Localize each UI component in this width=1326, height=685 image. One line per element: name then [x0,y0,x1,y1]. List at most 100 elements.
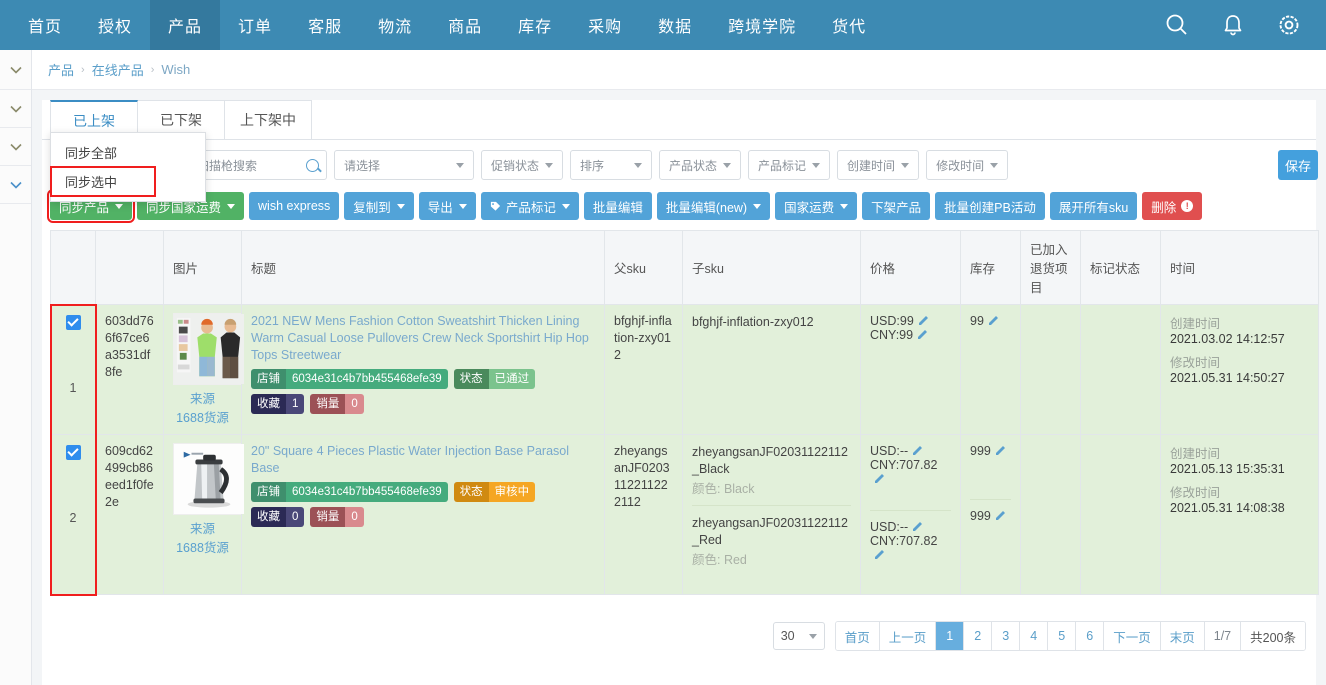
sync-dropdown-item-1[interactable]: 同步选中 [51,167,155,196]
nav-item-1[interactable]: 授权 [80,0,150,50]
breadcrumb-item-2[interactable]: Wish [161,62,190,77]
search-icon[interactable] [1164,12,1190,38]
row-title-cell: 2021 NEW Mens Fashion Cotton Sweatshirt … [242,305,605,435]
nav-item-5[interactable]: 物流 [360,0,430,50]
action-toolbar: 同步产品同步国家运费wish express复制到导出产品标记批量编辑批量编辑(… [42,188,1316,230]
pagination-page-3[interactable]: 3 [992,622,1020,650]
action-button-3[interactable]: 复制到 [344,192,414,220]
action-button-wrap-3: 复制到 [344,192,414,220]
row-price: USD:99CNY:99 [861,305,961,435]
modify-time-dropdown[interactable]: 修改时间 [926,150,1008,180]
pagination-first[interactable]: 首页 [836,622,880,650]
nav-item-6[interactable]: 商品 [430,0,500,50]
nav-item-3[interactable]: 订单 [220,0,290,50]
pagination-page-1[interactable]: 1 [936,622,964,650]
left-collapse-rail [0,50,32,685]
action-button-8[interactable]: 国家运费 [775,192,857,220]
pagination-last[interactable]: 末页 [1161,622,1205,650]
action-button-12[interactable]: 删除! [1142,192,1202,220]
nav-item-label: 货代 [832,13,866,37]
search-icon[interactable] [306,159,319,172]
sales-badge: 销量0 [310,507,363,527]
nav-item-7[interactable]: 库存 [500,0,570,50]
row-checkbox[interactable] [66,315,81,330]
pagination-page-4[interactable]: 4 [1020,622,1048,650]
price-cny: CNY:99 [870,328,951,342]
row-select-cell: 2 [51,435,96,595]
nav-item-10[interactable]: 跨境学院 [710,0,814,50]
chevron-down-icon [634,163,642,168]
price-usd: USD:99 [870,314,951,328]
rail-collapse-2[interactable] [0,90,31,128]
sort-dropdown[interactable]: 排序 [570,150,652,180]
nav-item-9[interactable]: 数据 [640,0,710,50]
modify-time-label: 修改时间 [1170,482,1309,501]
top-navigation-bar: 首页授权产品订单客服物流商品库存采购数据跨境学院货代 [0,0,1326,50]
edit-icon [874,472,886,484]
action-button-wrap-8: 国家运费 [775,192,857,220]
action-button-6[interactable]: 批量编辑 [584,192,652,220]
source-link[interactable]: 1688货源 [173,407,232,426]
please-select-dropdown[interactable]: 请选择 [334,150,474,180]
action-button-9[interactable]: 下架产品 [862,192,930,220]
nav-item-11[interactable]: 货代 [814,0,884,50]
source-link[interactable]: 1688货源 [173,537,232,556]
action-button-4[interactable]: 导出 [419,192,476,220]
status-tabs: 已上架已下架上下架中 [42,100,1316,140]
price-cny: CNY:707.82 [870,458,951,486]
pagination-page-6[interactable]: 6 [1076,622,1104,650]
product-mark-dropdown[interactable]: 产品标记 [748,150,830,180]
action-button-7[interactable]: 批量编辑(new) [657,192,770,220]
action-button-label: 导出 [428,197,453,216]
nav-item-4[interactable]: 客服 [290,0,360,50]
action-button-10[interactable]: 批量创建PB活动 [935,192,1045,220]
row-title-cell: 20" Square 4 Pieces Plastic Water Inject… [242,435,605,595]
pagination-page-2[interactable]: 2 [964,622,992,650]
price-subrow: USD:99CNY:99 [870,313,951,350]
pagination-page-5[interactable]: 5 [1048,622,1076,650]
nav-item-0[interactable]: 首页 [10,0,80,50]
nav-item-8[interactable]: 采购 [570,0,640,50]
table-row: 2609cd62499cb86eed1f0fe2e来源1688货源20" Squ… [51,435,1319,595]
row-checkbox[interactable] [66,445,81,460]
stock-value: 999 [970,444,1011,458]
row-parent-sku: zheyangsanJF0203112211222112 [605,435,683,595]
create-time-dropdown[interactable]: 创建时间 [837,150,919,180]
action-button-2[interactable]: wish express [249,192,339,220]
row-price: USD:--CNY:707.82USD:--CNY:707.82 [861,435,961,595]
shop-badge: 店铺6034e31c4b7bb455468efe39 [251,482,448,502]
pagination-next[interactable]: 下一页 [1104,622,1161,650]
settings-icon[interactable] [1276,12,1302,38]
action-button-11[interactable]: 展开所有sku [1050,192,1137,220]
action-button-5[interactable]: 产品标记 [481,192,579,220]
save-button[interactable]: 保存 [1278,150,1318,180]
create-time-value: 2021.03.02 14:12:57 [1170,332,1309,346]
breadcrumb-item-0[interactable]: 产品 [48,60,74,79]
row-mark-status [1081,435,1161,595]
tab-label: 已下架 [160,110,202,130]
promo-status-dropdown[interactable]: 促销状态 [481,150,563,180]
table-row: 1603dd766f67ce6a3531df8fe来源1688货源2021 NE… [51,305,1319,435]
action-button-label: 展开所有sku [1059,197,1128,216]
rail-collapse-4[interactable] [0,166,31,204]
sku-subrow: zheyangsanJF02031122112_Black颜色: Black [692,443,851,506]
nav-item-2[interactable]: 产品 [150,0,220,50]
badge-row-2: 收藏1销量0 [251,394,595,414]
tab-2[interactable]: 上下架中 [224,100,312,139]
product-title-link[interactable]: 2021 NEW Mens Fashion Cotton Sweatshirt … [251,313,595,364]
bell-icon[interactable] [1220,12,1246,38]
nav-item-label: 物流 [378,13,412,37]
sync-dropdown-item-0[interactable]: 同步全部 [51,138,205,167]
product-status-dropdown[interactable]: 产品状态 [659,150,741,180]
edit-icon [917,328,929,340]
chevron-down-icon [812,163,820,168]
action-button-label: 复制到 [353,197,391,216]
status-badge: 状态已通过 [454,369,536,389]
page-size-select[interactable]: 30 [773,622,825,650]
product-title-link[interactable]: 20" Square 4 Pieces Plastic Water Inject… [251,443,595,477]
rail-collapse-1[interactable] [0,50,31,90]
breadcrumb-separator: › [151,64,155,76]
pagination-prev[interactable]: 上一页 [880,622,937,650]
rail-collapse-3[interactable] [0,128,31,166]
breadcrumb-item-1[interactable]: 在线产品 [92,60,144,79]
